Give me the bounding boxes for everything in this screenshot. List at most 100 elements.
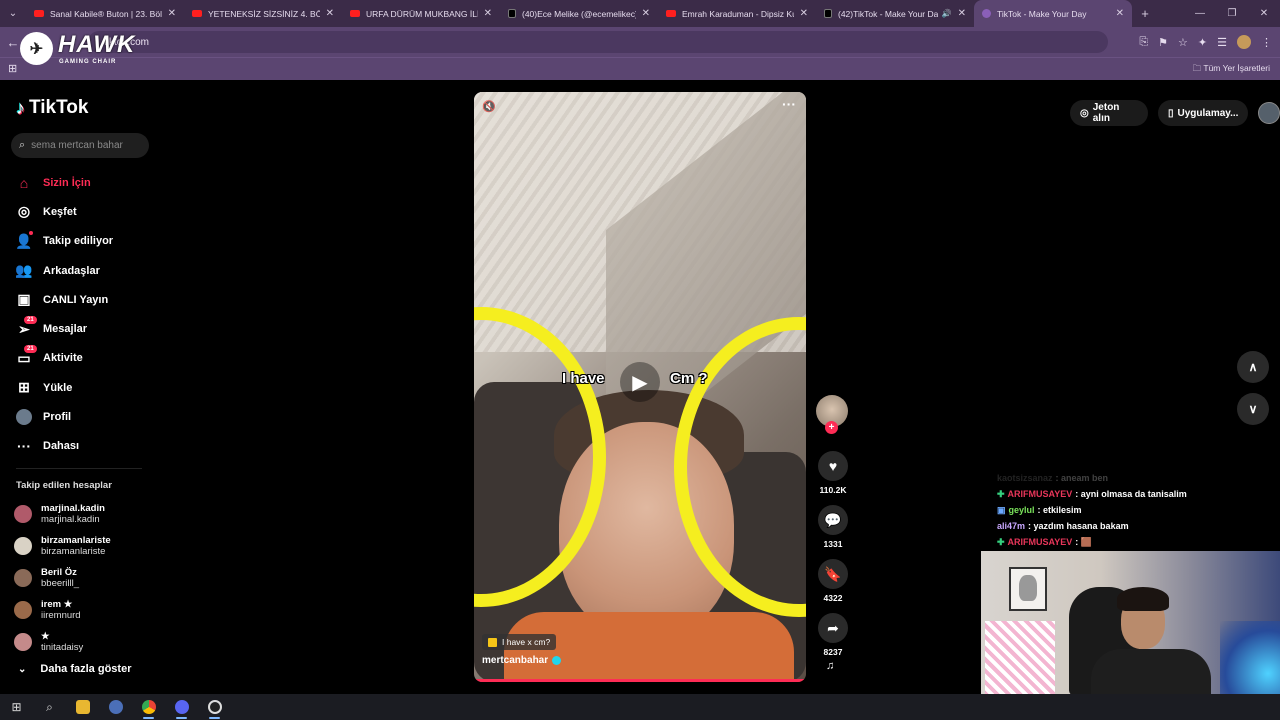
close-tab-icon[interactable]: ✕ [958, 8, 966, 19]
get-app-button[interactable]: ▯ Uygulamay... [1158, 100, 1249, 126]
upload-icon: ⊞ [18, 379, 30, 396]
activity-icon: ▭ 21 [14, 345, 37, 368]
video-progress-bar[interactable] [474, 679, 806, 682]
like-button[interactable]: ♥ 110.2K [816, 451, 850, 495]
apps-grid-icon[interactable]: ⊞ [8, 62, 17, 75]
address-bar[interactable]: tiktok.com [88, 31, 1108, 53]
search-icon: ⌕ [19, 139, 26, 151]
youtube-icon [350, 10, 360, 17]
chat-message: ✚ ARIFMUSAYEV: ayni olmasa da tanisalim [997, 486, 1257, 502]
maximize-icon[interactable]: ❐ [1216, 0, 1248, 27]
followed-account[interactable]: irem ★ iiremnurd [14, 594, 164, 626]
followed-account[interactable]: marjinal.kadin marjinal.kadin [14, 498, 164, 530]
sidebar-item-for-you[interactable]: ⌂ Sizin İçin [14, 168, 164, 197]
play-icon[interactable]: ▶ [620, 362, 660, 402]
browser-tab[interactable]: Emrah Karaduman - Dipsiz Kuyu ✕ [658, 0, 816, 27]
user-avatar[interactable] [1258, 102, 1280, 124]
close-tab-icon[interactable]: ✕ [168, 8, 176, 19]
tiktok-logo[interactable]: ♪ TikTok [16, 97, 88, 119]
tab-title: (40)Ece Melike (@ecemelikec) | [522, 8, 636, 19]
next-video-button[interactable]: ∨ [1237, 393, 1269, 425]
webcam-overlay [981, 551, 1280, 696]
get-coins-button[interactable]: ◎ Jeton alın [1070, 100, 1148, 126]
chat-text: : aneam ben [1055, 473, 1109, 483]
followed-account[interactable]: birzamanlariste birzamanlariste [14, 530, 164, 562]
all-bookmarks[interactable]: 🗀 Tüm Yer İşaretleri [1193, 63, 1270, 77]
bookmark-star-icon[interactable]: ☆ [1178, 36, 1188, 49]
extensions-icon[interactable]: ✦ [1198, 36, 1207, 49]
reading-list-icon[interactable]: ☰ [1217, 36, 1227, 49]
video-tag[interactable]: I have x cm? [482, 634, 557, 650]
sidebar-item-activity[interactable]: ▭ 21 Aktivite [14, 344, 164, 373]
sidebar-item-label: Arkadaşlar [43, 264, 100, 277]
save-button[interactable]: 🔖 4322 [816, 559, 850, 603]
chrome-icon[interactable] [132, 694, 165, 720]
profile-avatar-icon[interactable] [1237, 35, 1251, 49]
chat-text: : ayni olmasa da tanisalim [1075, 489, 1187, 499]
close-tab-icon[interactable]: ✕ [1116, 8, 1124, 19]
browser-tab[interactable]: URFA DÜRÜM MUKBANG İLİŞKİ ✕ [342, 0, 500, 27]
youtube-icon [192, 10, 202, 17]
avatar [14, 601, 32, 619]
minimize-icon[interactable]: — [1184, 0, 1216, 27]
browser-tab[interactable]: (40)Ece Melike (@ecemelikec) | ✕ [500, 0, 658, 27]
account-name: ★ [41, 631, 50, 642]
chrome-menu-icon[interactable]: ⋮ [1261, 36, 1272, 49]
account-username: birzamanlariste [41, 546, 106, 557]
hawk-logo-subtitle: GAMING CHAIR [59, 59, 117, 65]
chat-text: : etkilesim [1037, 505, 1082, 515]
close-tab-icon[interactable]: ✕ [800, 8, 808, 19]
video-player[interactable]: I have Cm ? ▶ 🔇 ··· I have x cm? mertcan… [474, 92, 806, 682]
speaker-icon[interactable]: 🔊 [942, 9, 952, 18]
chat-user: geylul [1008, 505, 1035, 515]
browser-tab-active[interactable]: TikTok - Make Your Day ✕ [974, 0, 1132, 27]
sidebar-item-following[interactable]: 👤 Takip ediliyor [14, 227, 164, 256]
tab-title: YETENEKSİZ SİZSİNİZ 4. BÖLÜM [208, 8, 320, 19]
search-icon[interactable]: ⌕ [33, 694, 66, 720]
previous-video-button[interactable]: ∧ [1237, 351, 1269, 383]
app-icon[interactable] [99, 694, 132, 720]
close-tab-icon[interactable]: ✕ [326, 8, 334, 19]
sidebar-item-friends[interactable]: 👥 Arkadaşlar [14, 256, 164, 285]
browser-tab[interactable]: (42)TikTok - Make Your Day 🔊 ✕ [816, 0, 974, 27]
sidebar-item-profile[interactable]: Profil [14, 402, 164, 431]
close-tab-icon[interactable]: ✕ [642, 8, 650, 19]
creator-avatar[interactable]: + [816, 395, 848, 434]
search-input[interactable]: ⌕ sema mertcan bahar [11, 133, 149, 158]
sidebar-item-more[interactable]: ··· Dahası [14, 432, 164, 461]
chat-user: ARIFMUSAYEV [1007, 537, 1073, 547]
sidebar-item-messages[interactable]: ➢ 21 Mesajlar [14, 314, 164, 343]
avatar [14, 633, 32, 651]
mute-icon[interactable]: 🔇 [482, 100, 496, 113]
sidebar-item-live[interactable]: ▣ CANLI Yayın [14, 285, 164, 314]
more-options-icon[interactable]: ··· [782, 96, 796, 112]
heart-icon: ♥ [818, 451, 848, 481]
followed-account[interactable]: ★ tinitadaisy [14, 626, 164, 658]
comment-button[interactable]: 💬 1331 [816, 505, 850, 549]
video-author[interactable]: mertcanbahar [482, 655, 562, 666]
new-tab-button[interactable]: + [1132, 6, 1158, 21]
close-window-icon[interactable]: ✕ [1248, 0, 1280, 27]
share-count: 8237 [823, 647, 843, 657]
translate-icon[interactable]: ⚑ [1158, 36, 1168, 49]
comment-icon: 💬 [818, 505, 848, 535]
browser-tab[interactable]: Sanal Kabile® Buton | 23. Bölüm ✕ [26, 0, 184, 27]
install-app-icon[interactable]: ⎘ [1139, 36, 1148, 49]
discord-icon[interactable] [165, 694, 198, 720]
sidebar-item-upload[interactable]: ⊞ Yükle [14, 373, 164, 402]
tiktok-icon [824, 9, 832, 18]
browser-tab[interactable]: YETENEKSİZ SİZSİNİZ 4. BÖLÜM ✕ [184, 0, 342, 27]
sidebar-item-explore[interactable]: ◎ Keşfet [14, 197, 164, 226]
show-more-button[interactable]: ⌄ Daha fazla göster [18, 663, 131, 675]
follow-plus-icon[interactable]: + [825, 421, 838, 434]
music-disc-icon[interactable]: ♫ [826, 660, 834, 672]
video-caption-right: Cm ? [670, 370, 708, 387]
chat-text: : 🟫 [1075, 536, 1092, 547]
file-explorer-icon[interactable] [66, 694, 99, 720]
share-button[interactable]: ➦ 8237 [816, 613, 850, 657]
obs-icon[interactable] [198, 694, 231, 720]
windows-start-icon[interactable]: ⊞ [0, 694, 33, 720]
close-tab-icon[interactable]: ✕ [484, 8, 492, 19]
tab-search-icon[interactable]: ⌄ [0, 0, 26, 27]
followed-account[interactable]: Beril Öz bbeerilll_ [14, 562, 164, 594]
